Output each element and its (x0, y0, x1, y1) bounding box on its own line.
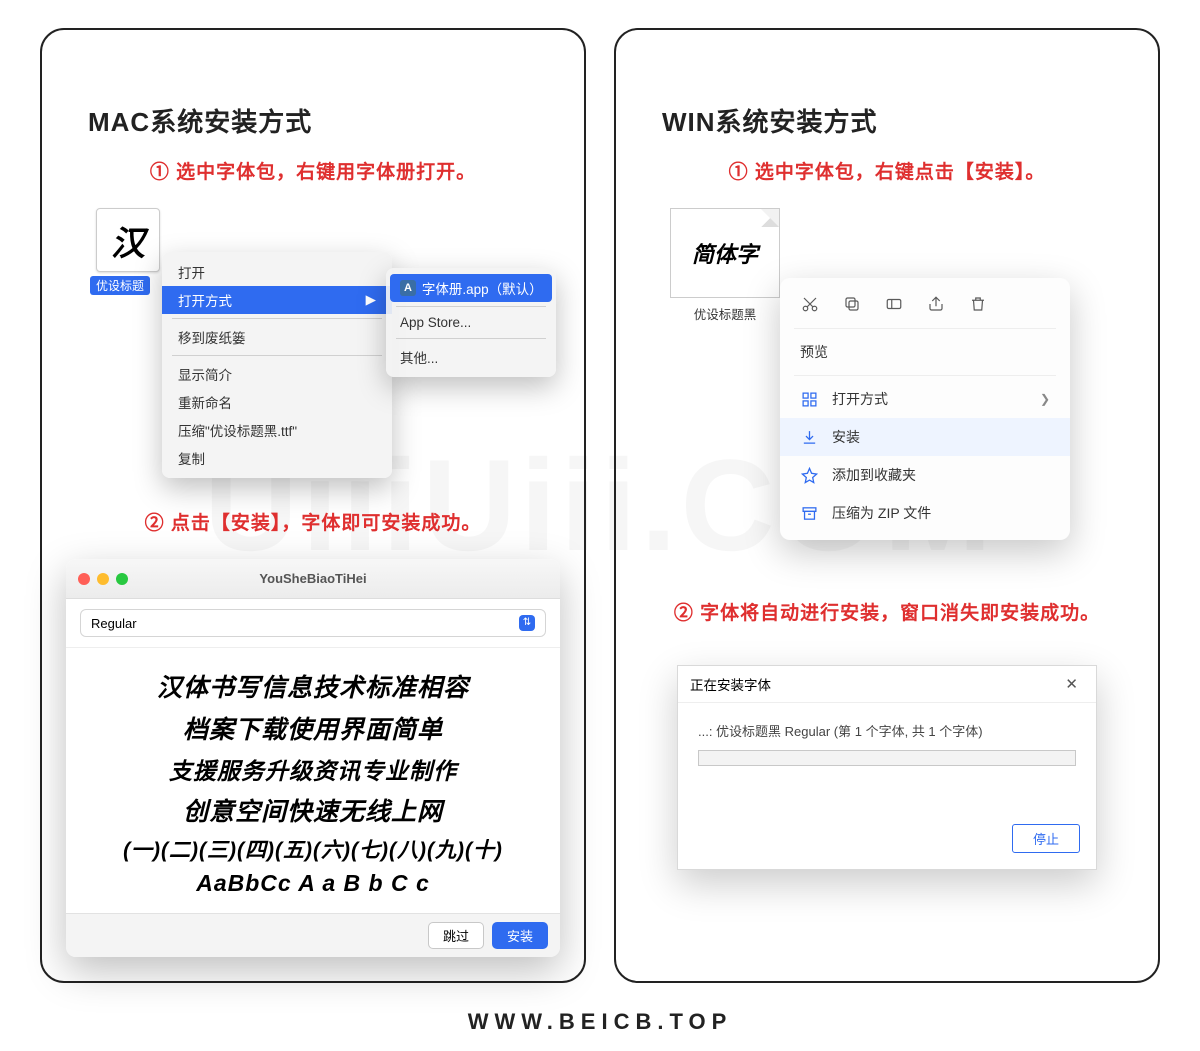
mac-panel-title: MAC系统安装方式 (66, 102, 560, 139)
win-step2: ② 字体将自动进行安装，窗口消失即安装成功。 (640, 598, 1134, 625)
win-menu-preview[interactable]: 预览 (780, 333, 1070, 371)
menu-compress[interactable]: 压缩"优设标题黑.ttf" (162, 416, 392, 444)
share-icon[interactable] (926, 294, 946, 314)
dialog-title: 正在安装字体 (690, 674, 771, 694)
fontbook-window: YouSheBiaoTiHei Regular ⇅ 汉体书写信息技术标准相容 档… (66, 559, 560, 957)
win-install-dialog: 正在安装字体 ✕ ...: 优设标题黑 Regular (第 1 个字体, 共 … (677, 665, 1097, 870)
updown-icon: ⇅ (519, 615, 535, 631)
progress-bar (698, 750, 1076, 766)
menu-divider (794, 328, 1056, 329)
win-menu-open-with-label: 打开方式 (832, 389, 888, 409)
menu-open[interactable]: 打开 (162, 258, 392, 286)
font-style-value: Regular (91, 616, 137, 631)
preview-line: AaBbCc A a B b C c (84, 870, 542, 897)
win-menu-favorite-label: 添加到收藏夹 (832, 465, 916, 485)
win-menu-zip[interactable]: 压缩为 ZIP 文件 (780, 494, 1070, 532)
menu-divider (172, 355, 382, 356)
chevron-right-icon: ▶ (366, 292, 376, 308)
archive-icon (800, 504, 818, 522)
submenu-divider (396, 306, 546, 307)
footer-url: WWW.BEICB.TOP (0, 1009, 1200, 1035)
font-preview: 汉体书写信息技术标准相容 档案下载使用界面简单 支援服务升级资讯专业制作 创意空… (66, 648, 560, 913)
win-font-file-label: 优设标题黑 (670, 304, 780, 323)
rename-icon[interactable] (884, 294, 904, 314)
mac-font-file-label: 优设标题 (90, 276, 150, 295)
menu-info[interactable]: 显示简介 (162, 360, 392, 388)
skip-button[interactable]: 跳过 (428, 922, 484, 949)
menu-rename[interactable]: 重新命名 (162, 388, 392, 416)
mac-context-menu: 打开 打开方式 ▶ 移到废纸篓 显示简介 重新命名 压缩"优设标题黑.ttf" … (162, 252, 392, 478)
menu-copy[interactable]: 复制 (162, 444, 392, 472)
mac-step1: ① 选中字体包，右键用字体册打开。 (66, 157, 560, 184)
menu-divider (794, 375, 1056, 376)
download-icon (800, 428, 818, 446)
delete-icon[interactable] (968, 294, 988, 314)
submenu-other[interactable]: 其他... (386, 343, 556, 371)
submenu-divider (396, 338, 546, 339)
preview-line: 支援服务升级资讯专业制作 (84, 752, 542, 786)
win-menu-toolbar (780, 286, 1070, 324)
stop-button[interactable]: 停止 (1012, 824, 1080, 853)
menu-open-with-label: 打开方式 (178, 290, 232, 310)
win-menu-install[interactable]: 安装 (780, 418, 1070, 456)
fontbook-app-icon: A (400, 280, 416, 296)
win-menu-preview-label: 预览 (800, 342, 828, 362)
win-menu-favorite[interactable]: 添加到收藏夹 (780, 456, 1070, 494)
win-panel: WIN系统安装方式 ① 选中字体包，右键点击【安装】。 简体字 优设标题黑 预览 (614, 28, 1160, 983)
preview-line: (一)(二)(三)(四)(五)(六)(七)(八)(九)(十) (84, 834, 542, 864)
menu-open-with[interactable]: 打开方式 ▶ (162, 286, 392, 314)
submenu-fontbook[interactable]: A 字体册.app（默认） (390, 274, 552, 302)
install-button[interactable]: 安装 (492, 922, 548, 949)
close-icon[interactable]: ✕ (1059, 675, 1084, 693)
font-style-select[interactable]: Regular ⇅ (80, 609, 546, 637)
win-panel-title: WIN系统安装方式 (640, 102, 1134, 139)
star-icon (800, 466, 818, 484)
win-context-menu: 预览 打开方式 ❯ 安装 添加到收藏夹 压缩为 Z (780, 278, 1070, 540)
submenu-appstore[interactable]: App Store... (386, 311, 556, 334)
win-menu-install-label: 安装 (832, 427, 860, 447)
cut-icon[interactable] (800, 294, 820, 314)
menu-divider (172, 318, 382, 319)
mac-step2: ② 点击【安装】，字体即可安装成功。 (66, 508, 560, 535)
mac-font-file-icon[interactable]: 汉 (96, 208, 160, 272)
submenu-fontbook-label: 字体册.app（默认） (422, 278, 542, 298)
preview-line: 汉体书写信息技术标准相容 (84, 668, 542, 704)
copy-icon[interactable] (842, 294, 862, 314)
win-menu-open-with[interactable]: 打开方式 ❯ (780, 380, 1070, 418)
win-step1: ① 选中字体包，右键点击【安装】。 (640, 157, 1134, 184)
dialog-body-text: ...: 优设标题黑 Regular (第 1 个字体, 共 1 个字体) (698, 721, 1076, 740)
fontbook-titlebar: YouSheBiaoTiHei (66, 559, 560, 599)
chevron-right-icon: ❯ (1040, 392, 1050, 406)
mac-panel: MAC系统安装方式 ① 选中字体包，右键用字体册打开。 汉 优设标题 打开 打开… (40, 28, 586, 983)
win-font-file-icon[interactable]: 简体字 (670, 208, 780, 298)
win-menu-zip-label: 压缩为 ZIP 文件 (832, 503, 931, 523)
preview-line: 创意空间快速无线上网 (84, 792, 542, 828)
mac-submenu: A 字体册.app（默认） App Store... 其他... (386, 268, 556, 377)
menu-trash[interactable]: 移到废纸篓 (162, 323, 392, 351)
open-with-icon (800, 390, 818, 408)
fontbook-title: YouSheBiaoTiHei (66, 571, 560, 586)
preview-line: 档案下载使用界面简单 (84, 710, 542, 746)
